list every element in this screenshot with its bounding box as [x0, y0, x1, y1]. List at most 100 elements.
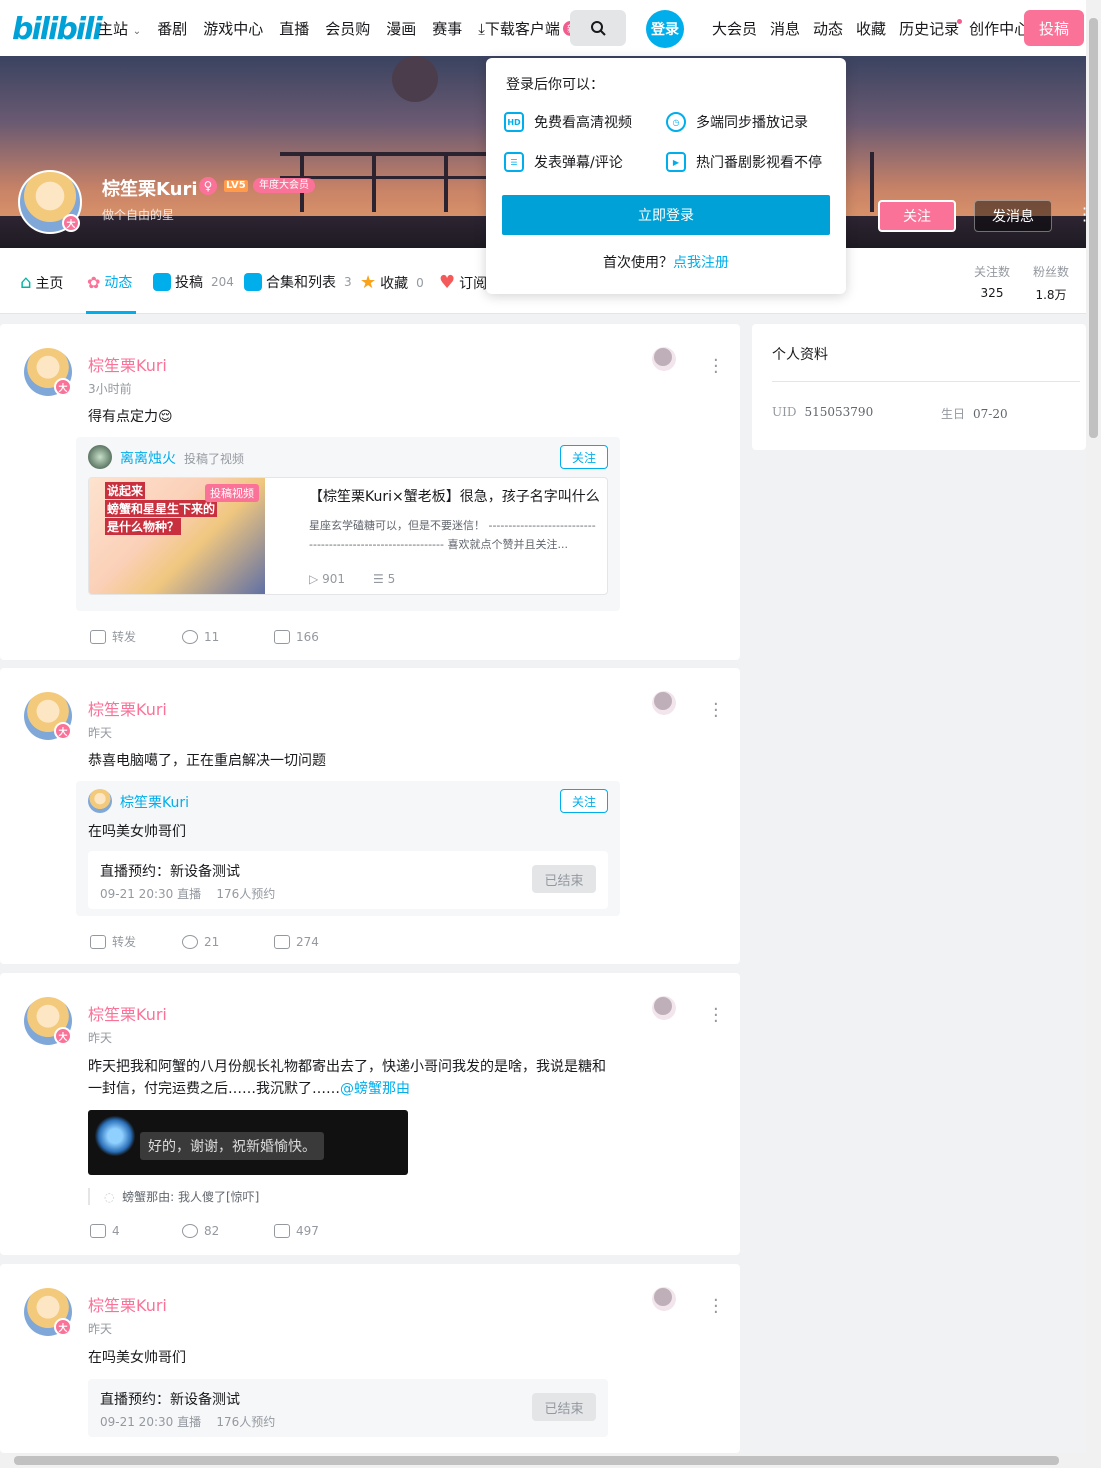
- vertical-scrollbar[interactable]: [1086, 0, 1101, 1468]
- nav-item-history[interactable]: 历史记录: [899, 18, 964, 39]
- vip-badge: 大: [54, 378, 72, 396]
- more-icon[interactable]: · · ·: [713, 696, 719, 726]
- post-text: 在吗美女帅哥们: [88, 1350, 186, 1366]
- post-author[interactable]: 棕笙栗Kuri: [88, 1292, 167, 1316]
- nav-item-download[interactable]: ⤓下载客户端新: [478, 18, 580, 39]
- like-button[interactable]: 497: [274, 1224, 366, 1238]
- feature-bangumi: ▶ 热门番剧影视看不停: [666, 152, 822, 172]
- home-icon: ⌂: [20, 272, 32, 293]
- post-time[interactable]: 昨天: [88, 724, 112, 741]
- tab-home[interactable]: ⌂ 主页: [20, 272, 63, 293]
- horizontal-scrollbar[interactable]: [0, 1453, 1086, 1468]
- tab-subscriptions[interactable]: ♥ 订阅: [439, 272, 487, 293]
- post-author[interactable]: 棕笙栗Kuri: [88, 352, 167, 376]
- tab-uploads[interactable]: 投稿 204: [153, 272, 234, 292]
- video-thumbnail[interactable]: 说起来 螃蟹和星星生下来的 是什么物种？ 投稿视频: [89, 478, 265, 594]
- tab-favorites[interactable]: ★ 收藏 0: [360, 272, 424, 293]
- forward-follow-button[interactable]: 关注: [560, 445, 608, 469]
- like-button[interactable]: 274: [274, 933, 366, 950]
- post-text: 得有点定力😌: [88, 409, 173, 425]
- nav-item-game[interactable]: 游戏中心: [203, 18, 263, 39]
- video-card[interactable]: 说起来 螃蟹和星星生下来的 是什么物种？ 投稿视频 【棕笙栗Kuri×蟹老板】很…: [88, 477, 608, 595]
- live-reservation[interactable]: 直播预约：新设备测试 09-21 20:30 直播 176人预约 已结束: [88, 851, 608, 909]
- nav-item-live[interactable]: 直播: [279, 18, 309, 39]
- thumbs-up-icon: [274, 1224, 290, 1238]
- upload-button[interactable]: 投稿: [1024, 10, 1084, 46]
- scrollbar-thumb[interactable]: [14, 1456, 1059, 1465]
- forward-avatar[interactable]: [88, 789, 112, 813]
- feed-card: 大 棕笙栗Kuri 3小时前 · · · 得有点定力😌 离离烛火 投稿了视频 关注 …: [0, 324, 740, 660]
- forwarded-content[interactable]: 离离烛火 投稿了视频 关注 说起来 螃蟹和星星生下来的 是什么物种？ 投稿视频 …: [76, 437, 620, 611]
- comment-button[interactable]: 82: [182, 1224, 274, 1238]
- comment-button[interactable]: 21: [182, 933, 274, 950]
- post-image[interactable]: 好的，谢谢，祝新婚愉快。: [88, 1110, 408, 1175]
- forward-button[interactable]: 转发: [90, 933, 182, 950]
- decoration-ornament: [640, 686, 688, 720]
- nav-item-main[interactable]: 主站 ⌄: [98, 18, 141, 39]
- nav-item-favorites[interactable]: 收藏: [856, 18, 886, 39]
- profile-info-title: 个人资料: [772, 347, 828, 363]
- live-title: 直播预约：新设备测试: [100, 1392, 240, 1408]
- forward-button[interactable]: 4: [90, 1224, 182, 1238]
- forward-author[interactable]: 离离烛火: [120, 448, 176, 468]
- post-text: 昨天把我和阿蟹的八月份舰长礼物都寄出去了，快递小哥问我发的是啥，我说是糖和一封信…: [88, 1059, 606, 1097]
- decoration-ornament: [640, 342, 688, 376]
- message-button[interactable]: 发消息: [974, 200, 1052, 232]
- feature-hd: HD 免费看高清视频: [504, 112, 632, 132]
- annual-vip-badge[interactable]: 年度大会员: [253, 178, 315, 193]
- nav-item-dynamics[interactable]: 动态: [813, 18, 843, 39]
- decoration-ornament: [640, 991, 688, 1025]
- login-now-button[interactable]: 立即登录: [502, 195, 830, 235]
- comment-button[interactable]: 11: [182, 628, 274, 645]
- forward-follow-button[interactable]: 关注: [560, 789, 608, 813]
- bilibili-logo[interactable]: bilibili: [12, 12, 103, 47]
- banner-lamp: [392, 56, 438, 102]
- forward-icon: [90, 629, 106, 644]
- nav-right: 大会员 消息 动态 收藏 历史记录 创作中心: [712, 18, 1029, 39]
- register-link[interactable]: 点我注册: [673, 255, 729, 271]
- nav-item-vip[interactable]: 大会员: [712, 18, 757, 39]
- forward-avatar[interactable]: [88, 445, 112, 469]
- post-time[interactable]: 昨天: [88, 1029, 112, 1046]
- forward-author[interactable]: 棕笙栗Kuri: [120, 792, 189, 812]
- scrollbar-thumb[interactable]: [1089, 18, 1098, 438]
- nav-item-esports[interactable]: 赛事: [432, 18, 462, 39]
- post-time[interactable]: 昨天: [88, 1320, 112, 1337]
- search-button[interactable]: [570, 10, 626, 46]
- post-author[interactable]: 棕笙栗Kuri: [88, 696, 167, 720]
- forward-icon: [90, 934, 106, 949]
- video-stats: ▷ 901 ☰ 5: [309, 572, 396, 586]
- more-icon[interactable]: · · ·: [713, 352, 719, 382]
- post-author[interactable]: 棕笙栗Kuri: [88, 1001, 167, 1025]
- thumbs-up-icon: [274, 934, 290, 949]
- nav-item-mall[interactable]: 会员购: [325, 18, 370, 39]
- more-icon[interactable]: · · ·: [713, 1292, 719, 1322]
- vip-badge: 大: [54, 722, 72, 740]
- comment-icon: [182, 1224, 198, 1238]
- following-stat[interactable]: 关注数 325: [974, 263, 1010, 300]
- live-reservation[interactable]: 直播预约：新设备测试 09-21 20:30 直播 176人预约 已结束: [88, 1379, 608, 1437]
- follow-button[interactable]: 关注: [878, 200, 956, 232]
- divider: [772, 381, 1080, 382]
- post-time[interactable]: 3小时前: [88, 380, 132, 397]
- dynamic-icon: ✿: [87, 272, 101, 292]
- tab-dynamic[interactable]: ✿ 动态: [87, 272, 132, 292]
- forwarded-content[interactable]: 棕笙栗Kuri 关注 在吗美女帅哥们 直播预约：新设备测试 09-21 20:3…: [76, 781, 620, 916]
- mention-link[interactable]: @螃蟹那由: [340, 1081, 410, 1097]
- video-icon: [153, 273, 171, 291]
- nav-item-messages[interactable]: 消息: [770, 18, 800, 39]
- nav-item-creator[interactable]: 创作中心: [969, 18, 1029, 39]
- ended-button: 已结束: [532, 865, 596, 893]
- nav-item-bangumi[interactable]: 番剧: [157, 18, 187, 39]
- tab-collections[interactable]: 合集和列表 3: [244, 272, 352, 292]
- login-avatar-button[interactable]: 登录: [646, 10, 684, 48]
- fans-stat[interactable]: 粉丝数 1.8万: [1033, 263, 1069, 303]
- hot-comment[interactable]: ◌ 螃蟹那由: 我人傻了[惊吓]: [88, 1188, 488, 1205]
- more-icon[interactable]: · · ·: [713, 1001, 719, 1031]
- clock-icon: ◷: [666, 112, 686, 132]
- feed-card: 大 棕笙栗Kuri 昨天 · · · 在吗美女帅哥们 直播预约：新设备测试 09-2…: [0, 1264, 740, 1453]
- video-title[interactable]: 【棕笙栗Kuri×蟹老板】很急，孩子名字叫什么: [309, 486, 601, 506]
- forward-button[interactable]: 转发: [90, 628, 182, 645]
- like-button[interactable]: 166: [274, 628, 366, 645]
- nav-item-manga[interactable]: 漫画: [386, 18, 416, 39]
